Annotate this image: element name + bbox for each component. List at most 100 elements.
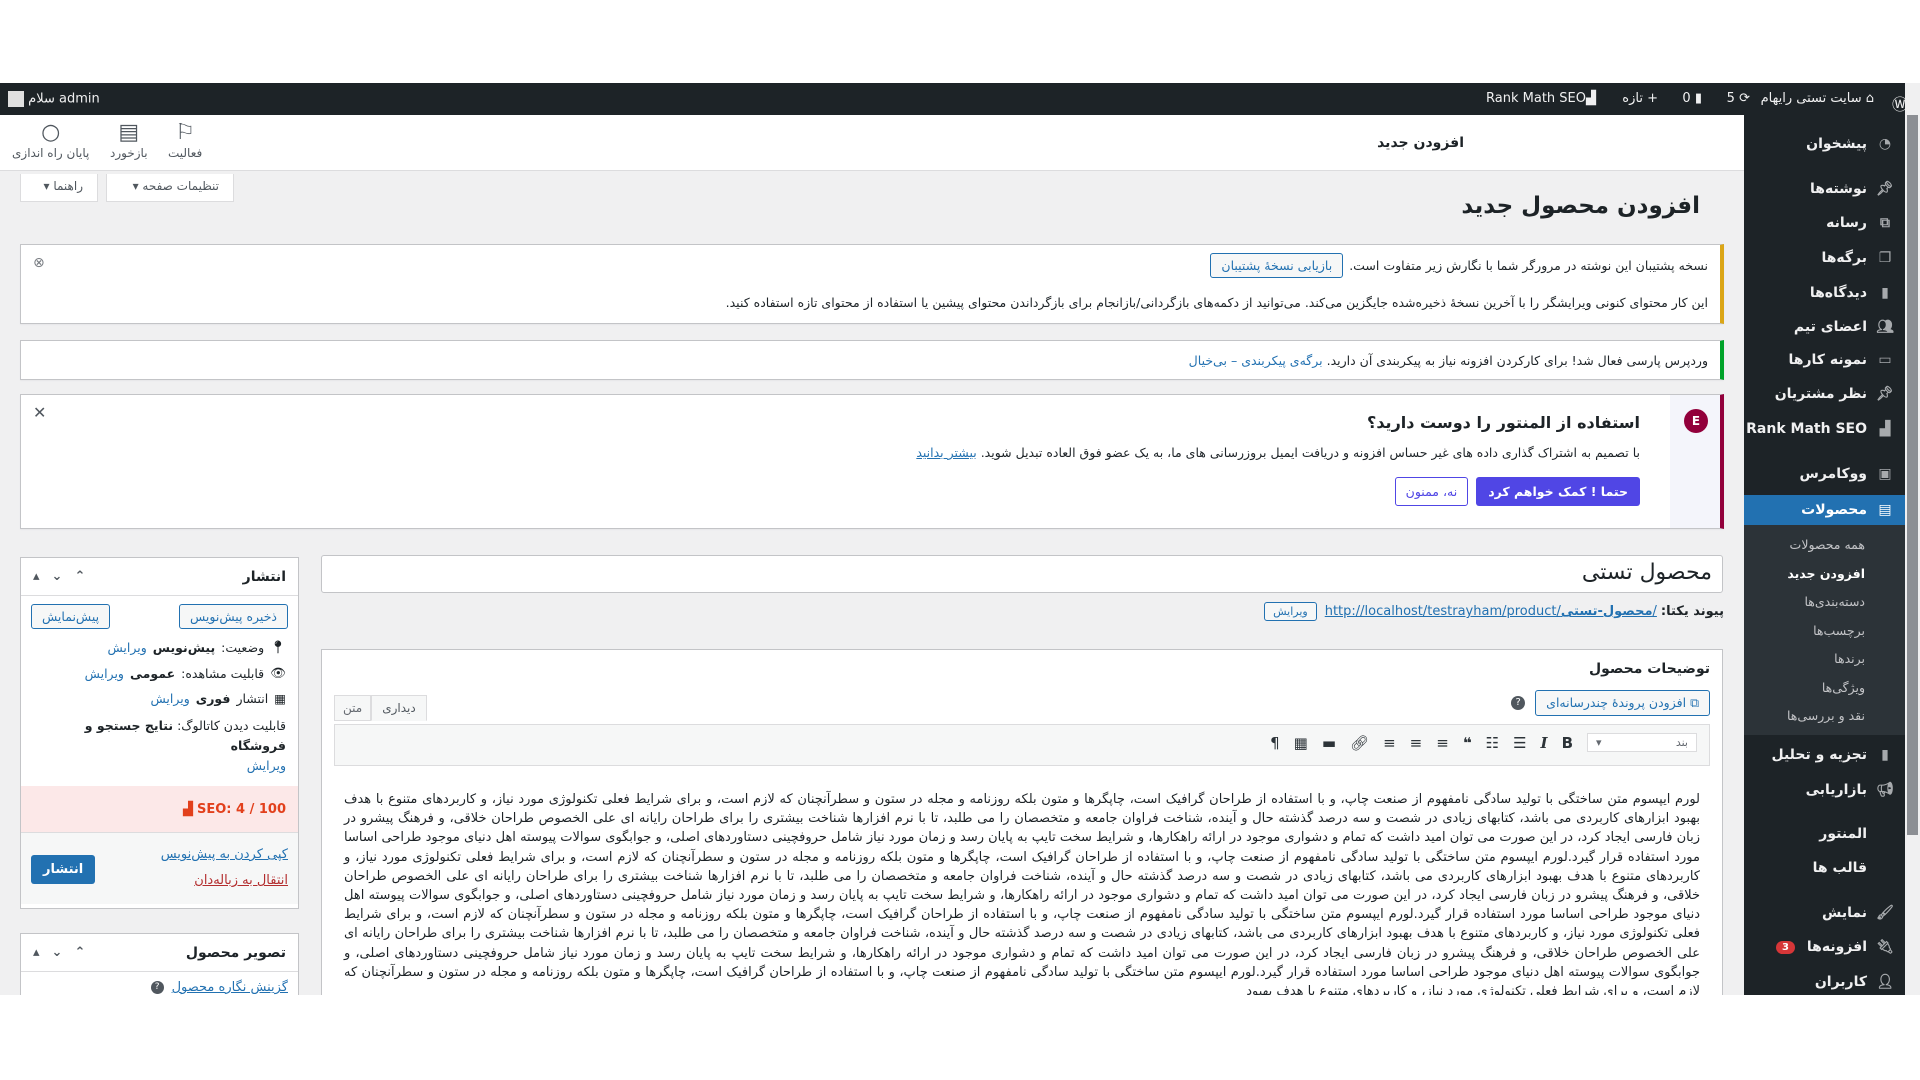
status-value: پیش‌نویس [152, 639, 216, 655]
tab-visual[interactable]: دیداری [371, 695, 427, 721]
menu-item[interactable]: ▣ ووکامرس [1744, 459, 1905, 489]
menu-item[interactable]: 📌︎ نوشته‌ها [1744, 174, 1905, 204]
decline-button[interactable]: نه، ممنون [1394, 477, 1469, 506]
dismiss-icon[interactable]: ⊗ [33, 255, 45, 271]
chevron-up-icon[interactable]: ⌃ [74, 569, 85, 584]
add-media-button[interactable]: ⧉ افزودن پروندهٔ چندرسانه‌ای [1535, 690, 1710, 716]
megaphone-icon: 📢︎ [1876, 782, 1894, 798]
blockquote-icon[interactable]: ❝ [1463, 734, 1472, 752]
move-up-icon[interactable]: ▴ [33, 945, 40, 960]
config-link[interactable]: برگه‌ی پیکربندی [1241, 353, 1322, 368]
close-icon[interactable]: ✕ [33, 403, 46, 422]
edit-visibility-link[interactable]: ویرایش [85, 666, 124, 681]
menu-item[interactable]: قالب ها [1744, 853, 1905, 883]
help-button[interactable]: راهنما ▾ [20, 174, 98, 202]
menu-item[interactable]: 📌︎ نظر مشتریان [1744, 379, 1905, 409]
help-icon[interactable]: ? [1511, 696, 1526, 710]
bullet-list-icon[interactable]: ☰ [1513, 734, 1526, 752]
menu-item-label: دیدگاه‌ها [1809, 285, 1867, 301]
rankmath-link[interactable]: ▟Rank Math SEO [1486, 91, 1596, 106]
comments-link[interactable]: ▮ 0 [1682, 91, 1702, 106]
menu-item-label: محصولات [1801, 502, 1867, 518]
menu-item[interactable]: المنتور [1744, 819, 1905, 849]
toolbar-toggle-icon[interactable]: ▦ [1294, 734, 1308, 752]
elementor-title: استفاده از المنتور را دوست دارید؟ [1367, 413, 1640, 432]
activity-button[interactable]: ⚐ فعالیت [168, 120, 202, 160]
permalink-link[interactable]: http://localhost/testrayham/product/محصو… [1325, 604, 1657, 619]
menu-item[interactable]: ▤ محصولات [1736, 495, 1905, 525]
menu-item[interactable]: 📢︎ بازاریابی [1744, 775, 1905, 805]
menu-item-label: رسانه [1826, 215, 1867, 231]
editor-content[interactable]: لورم ایپسوم متن ساختگی با تولید سادگی نا… [332, 790, 1712, 995]
copy-to-draft-link[interactable]: کپی کردن به پیش‌نویس [161, 847, 288, 862]
edit-status-link[interactable]: ویرایش [107, 640, 146, 655]
product-image-box: تصویر محصول ▴ ⌄ ⌃ گزینش نگاره محصول? [20, 933, 299, 995]
submenu-item[interactable]: برندها [1744, 651, 1905, 666]
submenu-item[interactable]: ویژگی‌ها [1744, 680, 1905, 695]
chevron-down-icon[interactable]: ⌄ [52, 569, 63, 584]
menu-item[interactable]: ▭ نمونه کارها [1744, 345, 1905, 375]
format-select[interactable]: بند ▾ [1587, 733, 1697, 752]
menu-item[interactable]: 👤︎ کاربران [1744, 967, 1905, 995]
restore-backup-button[interactable]: بازیابی نسخهٔ پشتیبان [1210, 253, 1344, 278]
italic-icon[interactable]: I [1541, 734, 1548, 752]
flag-icon: ⚐ [175, 120, 195, 145]
bold-icon[interactable]: B [1562, 734, 1573, 752]
menu-item[interactable]: ❐ برگه‌ها [1744, 243, 1905, 273]
learn-more-link[interactable]: بیشتر بدانید [916, 445, 976, 460]
align-right-icon[interactable]: ≡ [1383, 734, 1396, 752]
my-account[interactable]: سلام admin [8, 91, 100, 107]
edit-publish-time-link[interactable]: ویرایش [150, 691, 189, 706]
parsi-text: وردپرس پارسی فعال شد! برای کارکردن افزون… [1326, 353, 1708, 368]
seo-score[interactable]: ▟ SEO: 4 / 100 [21, 786, 298, 832]
move-up-icon[interactable]: ▴ [33, 569, 40, 584]
publish-button[interactable]: انتشار [31, 855, 96, 884]
tab-text[interactable]: متن [334, 695, 372, 721]
save-draft-button[interactable]: ذخیره پیش‌نویس [178, 604, 288, 629]
menu-item[interactable]: ◔ پیشخوان [1744, 129, 1905, 159]
brush-icon: 🖌︎ [1876, 905, 1894, 921]
menu-item-label: بازاریابی [1805, 782, 1867, 798]
product-description-box: توضیحات محصول ⧉ افزودن پروندهٔ چندرسانه‌… [321, 649, 1723, 995]
chevron-down-icon[interactable]: ⌄ [52, 945, 63, 960]
submenu-item[interactable]: نقد و بررسی‌ها [1744, 708, 1905, 723]
feedback-button[interactable]: ▤ بازخورد [110, 120, 148, 160]
new-content-link[interactable]: + تازه [1622, 91, 1658, 106]
updates-link[interactable]: ⟳ 5 [1727, 91, 1750, 106]
help-icon[interactable]: ? [150, 981, 164, 994]
submenu-item[interactable]: دسته‌بندی‌ها [1744, 594, 1905, 609]
menu-item[interactable]: ⧉ رسانه [1744, 208, 1905, 238]
product-image-heading: تصویر محصول [185, 944, 286, 961]
paragraph-rtl-icon[interactable]: ¶ [1270, 734, 1280, 752]
read-more-icon[interactable]: ▬ [1322, 734, 1336, 752]
menu-item[interactable]: ▟ Rank Math SEO [1744, 414, 1905, 444]
menu-item[interactable]: ▮ دیدگاه‌ها [1744, 278, 1905, 308]
scrollbar[interactable] [1905, 83, 1920, 995]
new-label: تازه [1622, 91, 1643, 106]
menu-item[interactable]: 👥︎ اعضای تیم [1744, 312, 1905, 342]
menu-item[interactable]: ▮ تجزیه و تحلیل [1744, 740, 1905, 770]
numbered-list-icon[interactable]: ☷ [1486, 734, 1499, 752]
link-icon[interactable]: 🔗︎ [1350, 734, 1369, 752]
set-product-image-link[interactable]: گزینش نگاره محصول [172, 980, 288, 995]
edit-permalink-button[interactable]: ویرایش [1264, 602, 1317, 621]
menu-item[interactable]: 🖌︎ نمایش [1744, 898, 1905, 928]
submenu-item[interactable]: همه محصولات [1744, 537, 1905, 552]
edit-catalog-link[interactable]: ویرایش [247, 758, 286, 773]
submenu-item[interactable]: برچسب‌ها [1744, 623, 1905, 638]
ignore-link[interactable]: بی‌خیال [1189, 353, 1227, 368]
align-center-icon[interactable]: ≡ [1410, 734, 1423, 752]
accept-button[interactable]: حتما ! کمک خواهم کرد [1476, 477, 1640, 506]
chevron-up-icon[interactable]: ⌃ [74, 945, 85, 960]
finish-setup-button[interactable]: ○ پایان راه اندازی [12, 120, 89, 160]
permalink-row: پیوند یکتا: http://localhost/testrayham/… [1264, 602, 1724, 621]
menu-item[interactable]: 🔌︎ افزونه‌ها 3 [1744, 932, 1905, 962]
site-name-link[interactable]: ⌂ سایت تستی رایهام [1761, 91, 1874, 106]
submenu-item[interactable]: افزودن جدید [1744, 566, 1905, 581]
align-left-icon[interactable]: ≡ [1436, 734, 1449, 752]
preview-button[interactable]: پیش‌نمایش [31, 604, 111, 629]
screen-options-button[interactable]: تنظیمات صفحه ▾ [106, 174, 234, 202]
move-to-trash-link[interactable]: انتقال به زباله‌دان [194, 873, 288, 888]
product-title-input[interactable]: محصول تستی [321, 555, 1723, 593]
menu-item-label: Rank Math SEO [1746, 421, 1867, 437]
